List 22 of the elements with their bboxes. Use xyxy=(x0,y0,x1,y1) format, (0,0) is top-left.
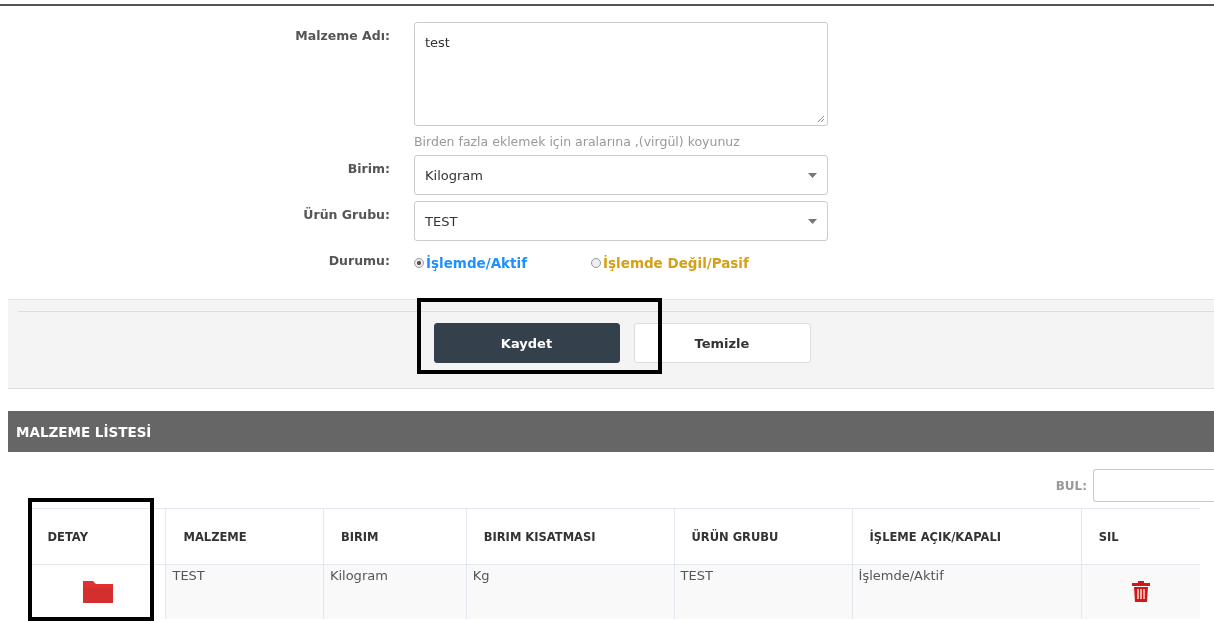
table-cell: TEST xyxy=(674,564,853,619)
field-label: Durumu: xyxy=(327,252,390,270)
hint-text: Birden fazla eklemek için aralarına ,(virgül) koyunuz xyxy=(414,134,741,149)
trash-icon[interactable] xyxy=(1130,579,1151,602)
table-cell: TEST xyxy=(165,564,324,619)
dropdown-field[interactable]: Kilogram xyxy=(414,155,828,195)
field-label: Malzeme Adı: xyxy=(294,27,390,45)
input-field[interactable]: test xyxy=(414,22,828,126)
clear-button[interactable]: Temizle xyxy=(633,323,811,363)
section-title: MALZEME LİSTESİ xyxy=(16,423,152,440)
caret-icon xyxy=(808,172,817,178)
search-field[interactable] xyxy=(1093,469,1214,502)
field-label: Birim: xyxy=(346,160,390,178)
table-cell: İşlemde/Aktif xyxy=(852,564,1082,619)
dropdown-field[interactable]: TEST xyxy=(414,201,828,241)
save-button[interactable]: Kaydet xyxy=(433,323,620,363)
field-label: Ürün Grubu: xyxy=(302,206,390,224)
caret-icon xyxy=(808,218,817,224)
table-cell: Kilogram xyxy=(323,564,467,619)
search-label: BUL: xyxy=(1055,478,1087,493)
resize-grip-icon xyxy=(817,115,825,123)
table-cell: Kg xyxy=(466,564,674,619)
